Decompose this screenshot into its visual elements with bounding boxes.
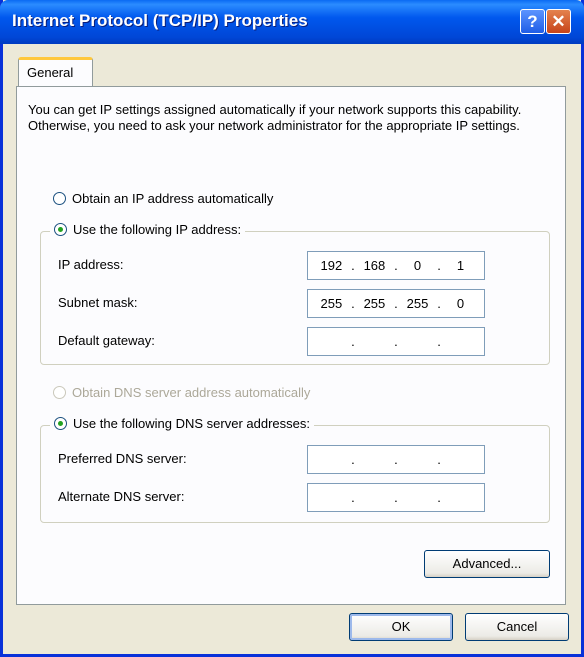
octet: 1 [456, 258, 465, 273]
octet: 0 [456, 296, 465, 311]
ip-manual-label: Use the following IP address: [73, 222, 242, 237]
dns-manual-label: Use the following DNS server addresses: [73, 416, 310, 431]
help-button[interactable]: ? [520, 9, 545, 34]
dns-manual-radio[interactable]: Use the following DNS server addresses: [50, 416, 314, 431]
tab-general-label: General [27, 65, 74, 80]
preferred-dns-label: Preferred DNS server: [58, 451, 187, 466]
subnet-mask-field[interactable]: 255. 255. 255. 0 [307, 289, 485, 318]
alternate-dns-field[interactable]: ... [307, 483, 485, 512]
cancel-button[interactable]: Cancel [465, 613, 569, 641]
ip-address-field[interactable]: 192. 168. 0. 1 [307, 251, 485, 280]
radio-icon [53, 192, 66, 205]
window-title: Internet Protocol (TCP/IP) Properties [12, 11, 308, 30]
octet: 0 [413, 258, 422, 273]
description-text: You can get IP settings assigned automat… [28, 102, 522, 133]
radio-icon [53, 386, 66, 399]
radio-selected-icon [54, 417, 67, 430]
ip-address-label: IP address: [58, 257, 124, 272]
octet: 192 [320, 258, 343, 273]
octet: 255 [320, 296, 343, 311]
dns-auto-label: Obtain DNS server address automatically [72, 385, 311, 400]
default-gateway-label: Default gateway: [58, 333, 155, 348]
octet: 255 [406, 296, 429, 311]
preferred-dns-field[interactable]: ... [307, 445, 485, 474]
ok-button[interactable]: OK [349, 613, 453, 641]
octet: 168 [363, 258, 386, 273]
advanced-button[interactable]: Advanced... [424, 550, 550, 578]
ip-auto-radio[interactable]: Obtain an IP address automatically [53, 191, 273, 206]
title-bar[interactable]: Internet Protocol (TCP/IP) Properties ? … [0, 0, 584, 44]
ip-manual-radio[interactable]: Use the following IP address: [50, 222, 246, 237]
close-button[interactable]: ✕ [546, 9, 571, 34]
tab-general[interactable]: General [18, 57, 93, 87]
octet: 255 [363, 296, 386, 311]
alternate-dns-label: Alternate DNS server: [58, 489, 185, 504]
dns-auto-radio: Obtain DNS server address automatically [53, 385, 310, 400]
subnet-mask-label: Subnet mask: [58, 295, 138, 310]
ip-auto-label: Obtain an IP address automatically [72, 191, 274, 206]
radio-selected-icon [54, 223, 67, 236]
default-gateway-field[interactable]: ... [307, 327, 485, 356]
close-icon: ✕ [551, 12, 566, 31]
help-icon: ? [527, 12, 538, 31]
